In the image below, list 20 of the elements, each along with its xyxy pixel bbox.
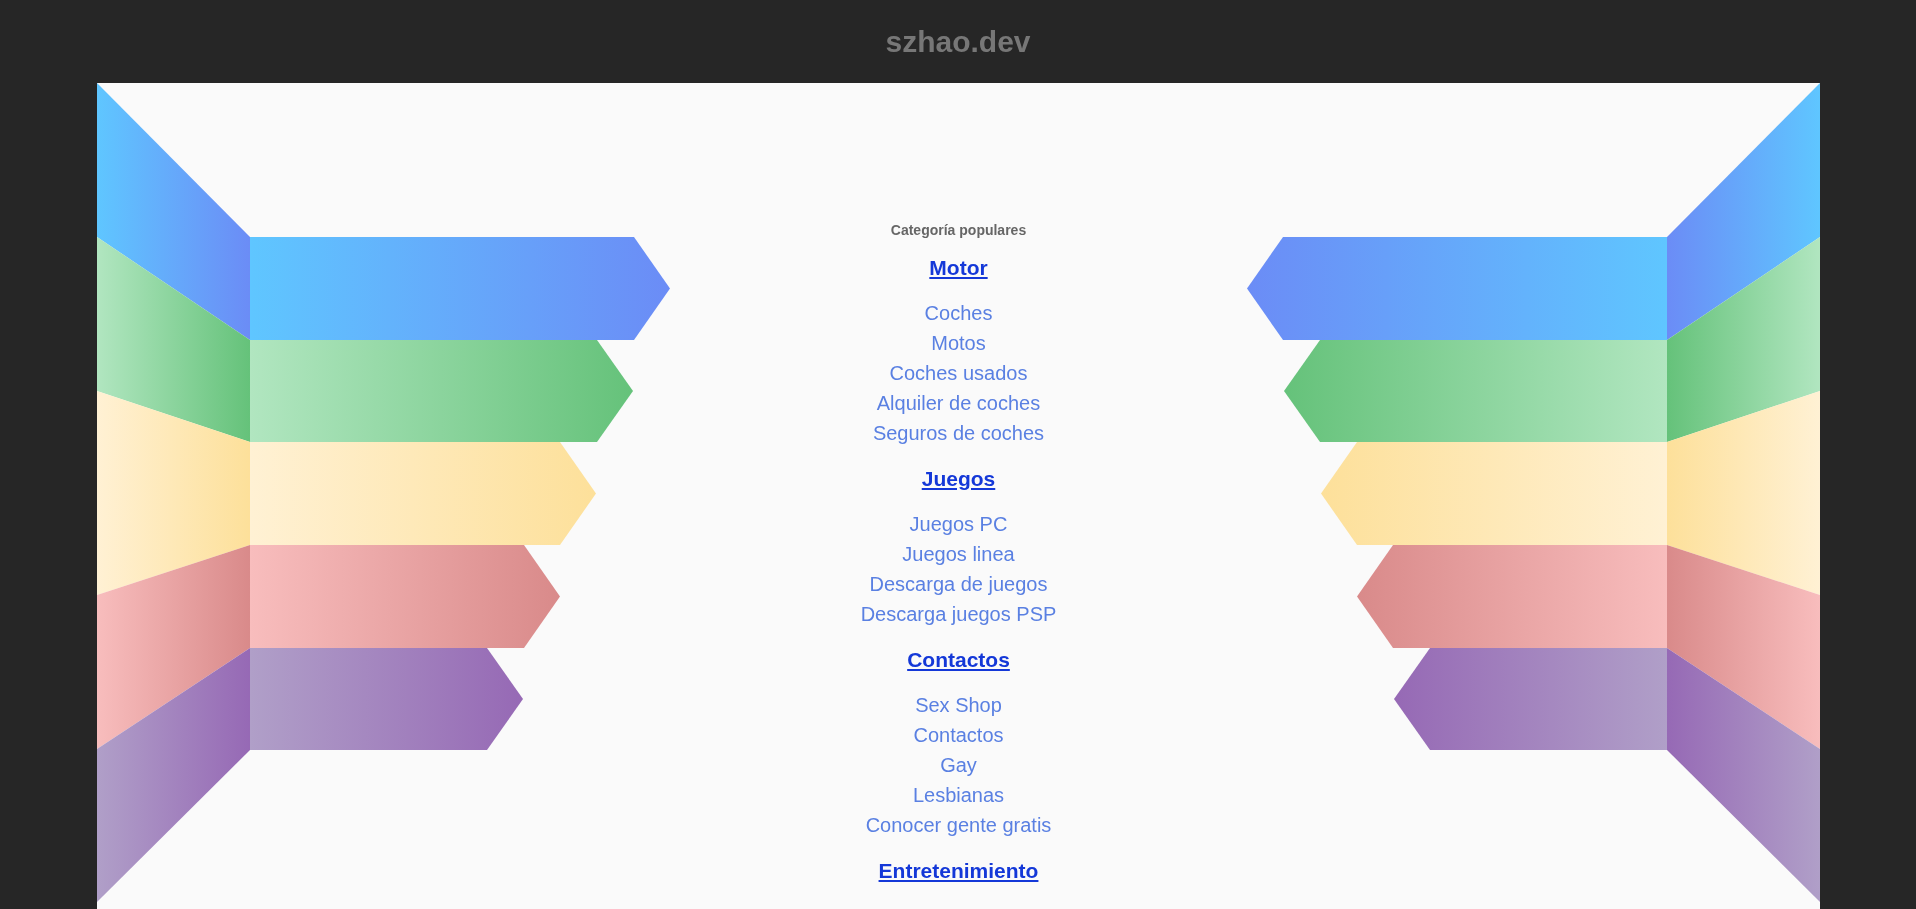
search-link[interactable]: Juegos PC: [909, 509, 1008, 539]
search-link[interactable]: Lesbianas: [912, 780, 1005, 810]
search-link[interactable]: Sex Shop: [915, 690, 1002, 720]
site-title: szhao.dev: [885, 24, 1031, 59]
search-link[interactable]: Descarga juegos PSP: [860, 599, 1057, 629]
search-link[interactable]: Alquiler de coches: [876, 388, 1041, 418]
search-link[interactable]: Contactos: [913, 720, 1004, 750]
category-link[interactable]: Motor: [929, 253, 988, 283]
search-link[interactable]: Juegos linea: [902, 539, 1015, 569]
category-link[interactable]: Juegos: [921, 464, 996, 494]
search-link[interactable]: Seguros de coches: [872, 418, 1045, 448]
search-link[interactable]: Conocer gente gratis: [865, 810, 1052, 840]
category-link[interactable]: Contactos: [907, 645, 1010, 675]
search-link[interactable]: Descarga de juegos: [869, 569, 1048, 599]
search-link[interactable]: Coches: [924, 298, 993, 328]
search-link[interactable]: Gay: [940, 750, 977, 780]
category-link[interactable]: Entretenimiento: [878, 856, 1039, 886]
search-link[interactable]: Motos: [931, 328, 986, 358]
section-title: Categoría populares: [890, 221, 1027, 240]
search-link[interactable]: Coches usados: [889, 358, 1028, 388]
